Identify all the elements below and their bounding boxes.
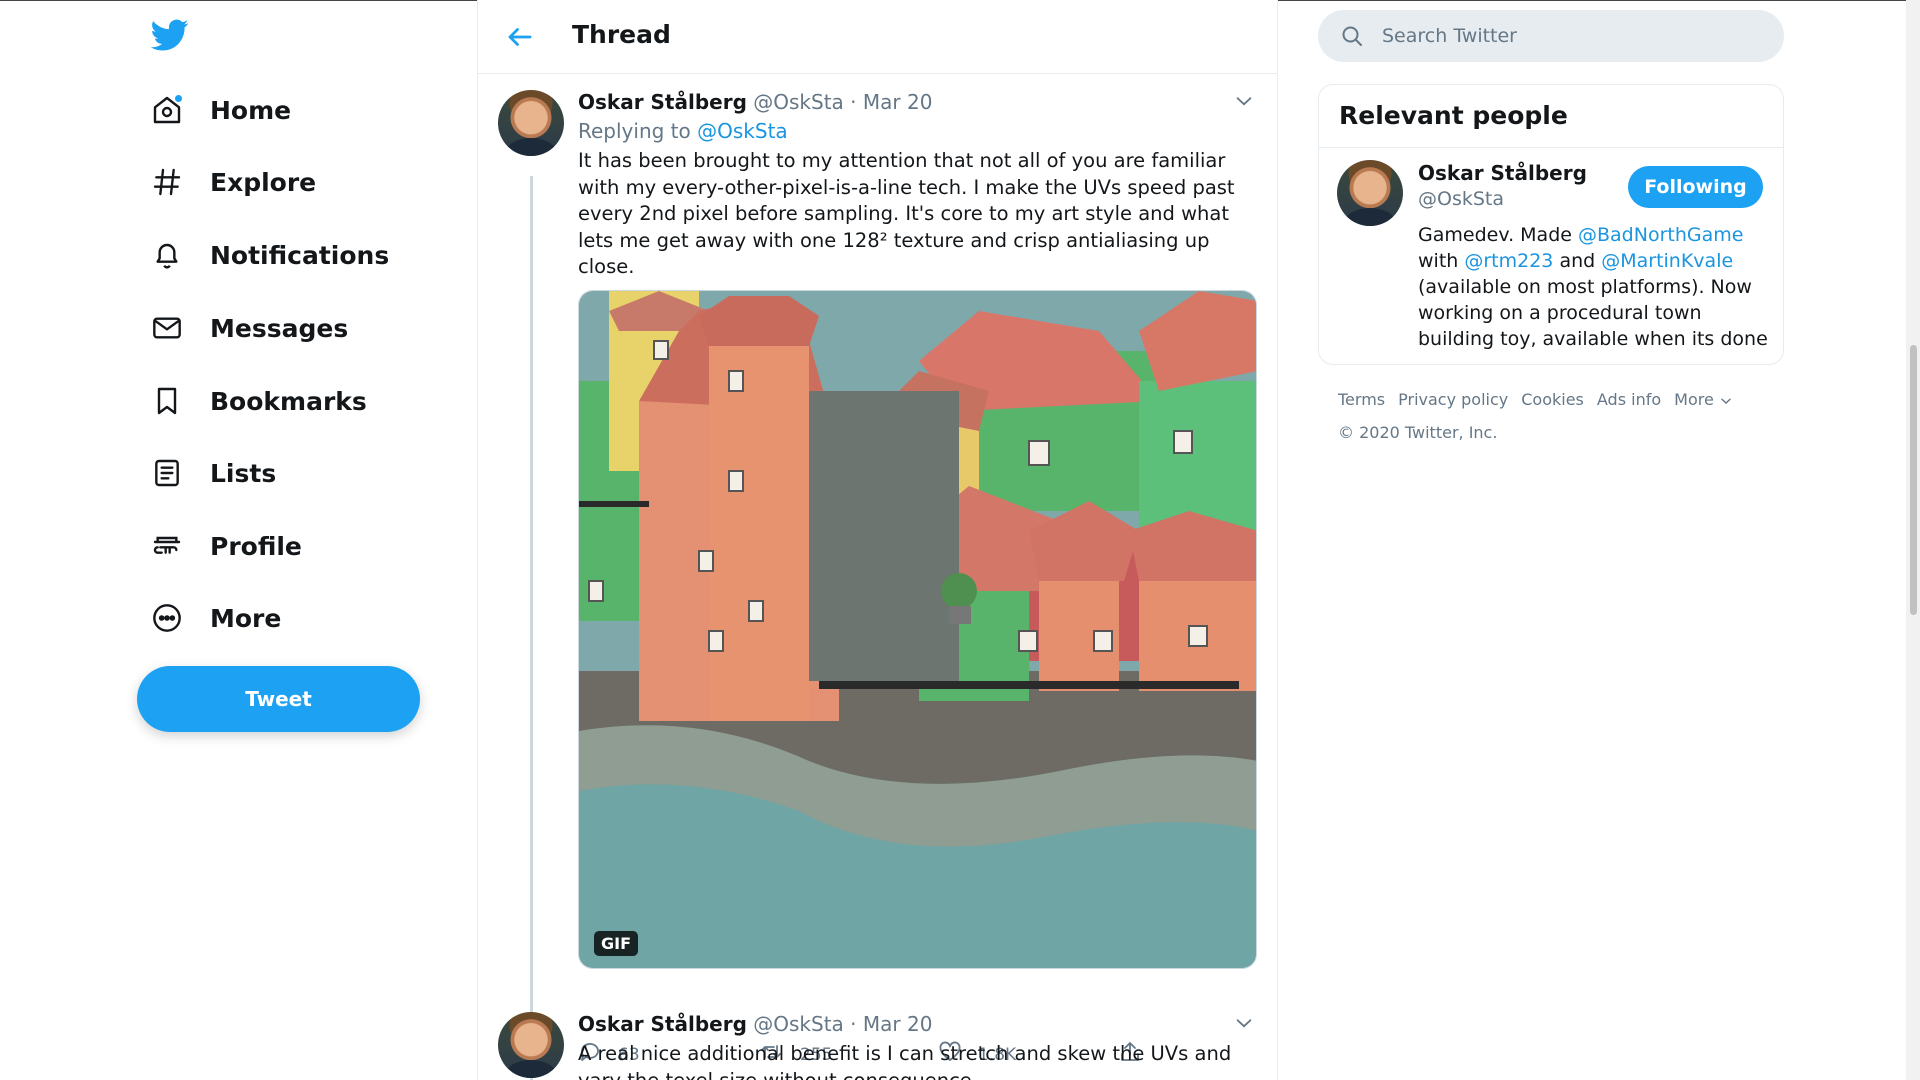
twitter-bird-icon[interactable] bbox=[150, 16, 190, 54]
following-button[interactable]: Following bbox=[1628, 166, 1763, 208]
thread-connector-line bbox=[530, 176, 533, 1080]
nav-item-bookmarks[interactable]: Bookmarks bbox=[150, 373, 367, 429]
footer-link-ads-info[interactable]: Ads info bbox=[1597, 390, 1661, 409]
list-icon bbox=[150, 456, 184, 490]
footer-link-terms[interactable]: Terms bbox=[1338, 390, 1385, 409]
home-icon bbox=[150, 93, 184, 127]
tweet-date[interactable]: Mar 20 bbox=[863, 1012, 933, 1036]
gif-badge: GIF bbox=[594, 931, 639, 956]
chevron-down-icon bbox=[1721, 398, 1731, 404]
avatar[interactable] bbox=[1337, 160, 1403, 226]
tweet-date[interactable]: Mar 20 bbox=[863, 90, 933, 114]
footer-link-privacy[interactable]: Privacy policy bbox=[1398, 390, 1508, 409]
nav-label: Bookmarks bbox=[210, 386, 367, 416]
card-title: Relevant people bbox=[1339, 101, 1568, 130]
thread-column: Thread Oskar Stålberg @OskSta · Mar 20 R… bbox=[477, 0, 1278, 1080]
nav-item-home[interactable]: Home bbox=[150, 82, 291, 138]
bio-link-badnorthgame[interactable]: @BadNorthGame bbox=[1578, 224, 1743, 246]
bio-text: with bbox=[1418, 250, 1465, 272]
search-box[interactable] bbox=[1318, 10, 1784, 62]
replying-to: Replying to @OskSta bbox=[578, 119, 788, 143]
nav-label: Notifications bbox=[210, 240, 390, 270]
search-icon bbox=[1340, 24, 1364, 48]
replying-prefix: Replying to bbox=[578, 119, 691, 143]
chevron-down-icon[interactable] bbox=[1233, 90, 1255, 112]
person-bio: Gamedev. Made @BadNorthGame with @rtm223… bbox=[1418, 222, 1768, 352]
tweet-media-gif[interactable]: GIF bbox=[578, 290, 1257, 969]
relevant-people-card: Relevant people Oskar Stålberg @OskSta F… bbox=[1318, 84, 1784, 365]
bookmark-icon bbox=[150, 384, 184, 418]
left-navigation: Home Explore Notifications Messages Book… bbox=[136, 0, 476, 1080]
hashtag-icon bbox=[150, 165, 184, 199]
nav-label: Explore bbox=[210, 167, 317, 197]
back-arrow-icon[interactable] bbox=[505, 22, 535, 52]
nav-label: Messages bbox=[210, 313, 349, 343]
bio-text: (available on most platforms). Now worki… bbox=[1418, 276, 1768, 350]
nav-item-explore[interactable]: Explore bbox=[150, 154, 316, 210]
notification-dot bbox=[174, 94, 183, 103]
nav-label: Home bbox=[210, 95, 292, 125]
town-illustration bbox=[579, 291, 1256, 968]
nav-item-profile[interactable]: Profile bbox=[150, 518, 302, 574]
footer-link-cookies[interactable]: Cookies bbox=[1521, 390, 1584, 409]
more-circle-icon bbox=[150, 601, 184, 635]
scrollbar[interactable] bbox=[1906, 0, 1920, 1080]
bio-text: Gamedev. Made bbox=[1418, 224, 1578, 246]
nav-item-more[interactable]: More bbox=[150, 590, 281, 646]
scrollbar-thumb[interactable] bbox=[1910, 345, 1917, 615]
separator-dot: · bbox=[850, 1012, 857, 1036]
divider bbox=[1319, 147, 1783, 148]
thread-header: Thread bbox=[478, 0, 1277, 74]
search-input[interactable] bbox=[1382, 10, 1762, 62]
author-handle[interactable]: @OskSta bbox=[753, 90, 844, 114]
author-name[interactable]: Oskar Stålberg bbox=[578, 90, 747, 114]
bio-link-rtm223[interactable]: @rtm223 bbox=[1464, 250, 1553, 272]
footer-more-button[interactable]: More bbox=[1674, 390, 1733, 409]
nav-label: More bbox=[210, 603, 282, 633]
page-title: Thread bbox=[572, 20, 671, 49]
right-sidebar: Relevant people Oskar Stålberg @OskSta F… bbox=[1318, 0, 1784, 1080]
nav-label: Profile bbox=[210, 531, 302, 561]
footer-link-more: More bbox=[1674, 390, 1714, 409]
tweet-text: A real nice additional benefit is I can … bbox=[578, 1042, 1232, 1080]
separator-dot: · bbox=[850, 90, 857, 114]
person-name[interactable]: Oskar Stålberg bbox=[1418, 161, 1587, 185]
envelope-icon bbox=[150, 311, 184, 345]
avatar[interactable] bbox=[498, 90, 564, 156]
footer: Terms Privacy policy Cookies Ads info Mo… bbox=[1338, 390, 1768, 442]
author-name[interactable]: Oskar Stålberg bbox=[578, 1012, 747, 1036]
tweet[interactable]: Oskar Stålberg @OskSta · Mar 20 Replying… bbox=[478, 90, 1277, 1080]
nav-label: Lists bbox=[210, 458, 277, 488]
avatar[interactable] bbox=[498, 1012, 564, 1078]
bio-text: and bbox=[1553, 250, 1602, 272]
tweet-header: Oskar Stålberg @OskSta · Mar 20 bbox=[578, 90, 932, 114]
nav-item-notifications[interactable]: Notifications bbox=[150, 227, 389, 283]
person-icon bbox=[150, 529, 184, 563]
nav-item-lists[interactable]: Lists bbox=[150, 445, 276, 501]
person-handle[interactable]: @OskSta bbox=[1418, 188, 1504, 210]
nav-item-messages[interactable]: Messages bbox=[150, 300, 348, 356]
replying-to-link[interactable]: @OskSta bbox=[697, 119, 788, 143]
tweet-button[interactable]: Tweet bbox=[137, 666, 420, 732]
copyright: © 2020 Twitter, Inc. bbox=[1338, 423, 1498, 442]
bell-icon bbox=[150, 238, 184, 272]
tweet-text: It has been brought to my attention that… bbox=[578, 149, 1235, 278]
tweet-header: Oskar Stålberg @OskSta · Mar 20 bbox=[578, 1012, 932, 1036]
bio-link-martinkvale[interactable]: @MartinKvale bbox=[1601, 250, 1733, 272]
author-handle[interactable]: @OskSta bbox=[753, 1012, 844, 1036]
tweet[interactable]: Oskar Stålberg @OskSta · Mar 20 A real n… bbox=[478, 1012, 1277, 1080]
chevron-down-icon[interactable] bbox=[1233, 1012, 1255, 1034]
